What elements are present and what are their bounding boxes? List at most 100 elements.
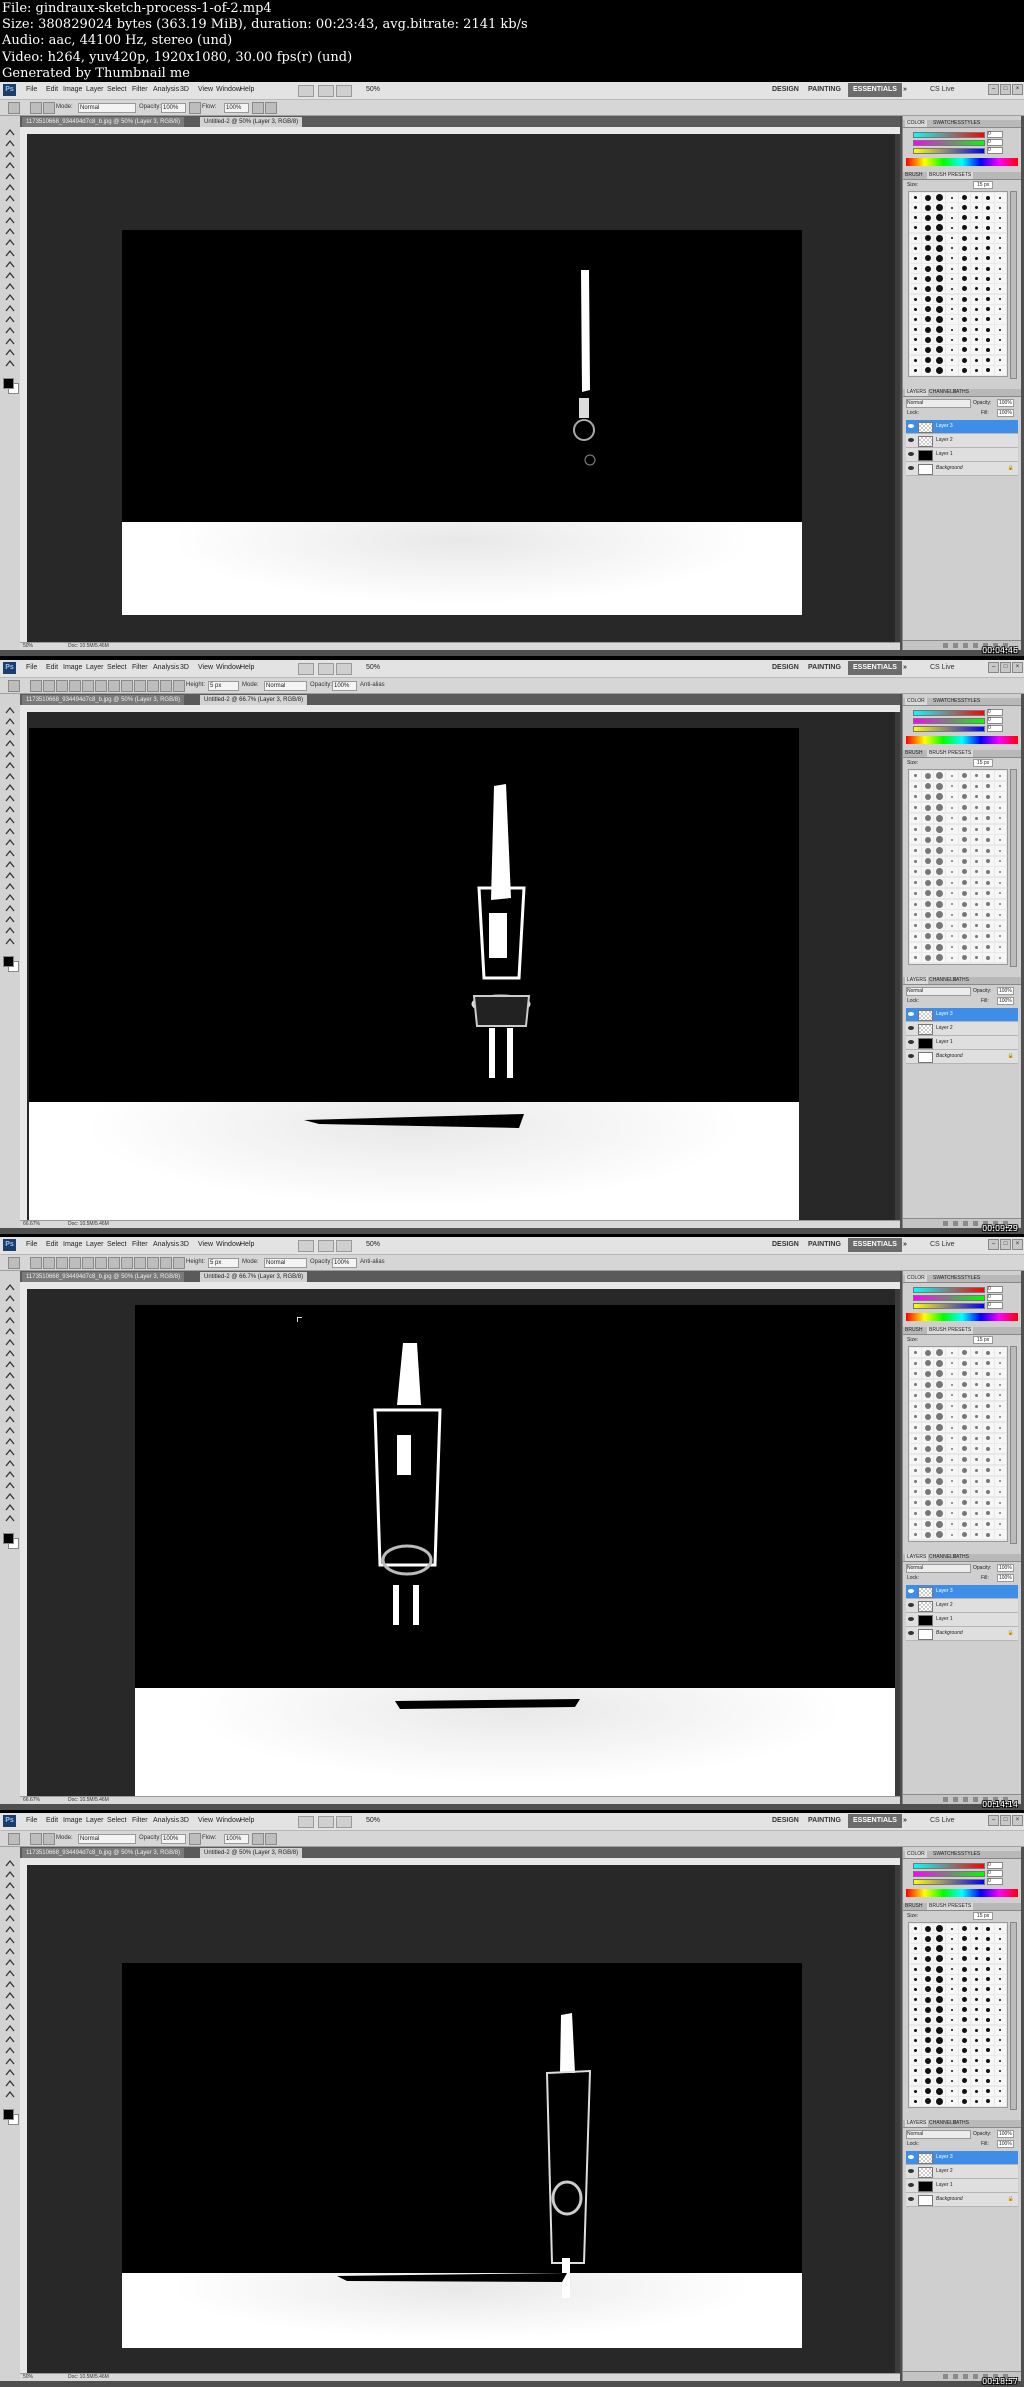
brush-preset[interactable] xyxy=(922,878,934,888)
brush-preset[interactable] xyxy=(946,2056,958,2066)
brush-preset[interactable] xyxy=(982,1455,994,1465)
brush-preset[interactable] xyxy=(910,2035,922,2045)
brush-preset[interactable] xyxy=(910,213,922,223)
color-value-field[interactable]: 0 xyxy=(987,1878,1003,1885)
brush-preset[interactable] xyxy=(934,2076,946,2086)
brush-preset[interactable] xyxy=(910,803,922,813)
brush-preset[interactable] xyxy=(910,294,922,304)
brush-preset[interactable] xyxy=(946,2096,958,2106)
tool-icon[interactable] xyxy=(4,2031,16,2043)
brush-preset[interactable] xyxy=(970,942,982,952)
brush-preset[interactable] xyxy=(946,846,958,856)
tool-option-icon[interactable] xyxy=(30,1257,42,1269)
brush-preset[interactable] xyxy=(994,771,1006,780)
brush-preset[interactable] xyxy=(970,1924,982,1933)
brush-preset[interactable] xyxy=(910,243,922,253)
brush-preset[interactable] xyxy=(922,233,934,243)
blend-mode-select[interactable]: Normal xyxy=(906,987,971,996)
brush-preset[interactable] xyxy=(946,1433,958,1443)
brush-preset[interactable] xyxy=(970,223,982,233)
document-workspace[interactable] xyxy=(27,134,900,642)
layer-action-icon[interactable] xyxy=(943,2374,948,2379)
fill-field[interactable]: 100% xyxy=(997,997,1014,1005)
brush-preset[interactable] xyxy=(934,243,946,253)
brush-preset[interactable] xyxy=(946,813,958,823)
brush-preset[interactable] xyxy=(922,1498,934,1508)
tool-icon[interactable] xyxy=(4,1488,16,1500)
brush-preset[interactable] xyxy=(994,365,1006,375)
brush-preset[interactable] xyxy=(970,1348,982,1357)
tool-icon[interactable] xyxy=(4,1866,16,1878)
brush-preset[interactable] xyxy=(910,942,922,952)
tool-option-icon[interactable] xyxy=(173,680,185,692)
brush-preset[interactable] xyxy=(958,203,970,213)
document-canvas[interactable] xyxy=(29,728,799,1220)
brush-preset[interactable] xyxy=(994,1508,1006,1518)
brush-preset[interactable] xyxy=(910,314,922,324)
menu-item[interactable]: Edit xyxy=(46,86,58,93)
brush-size-field[interactable]: 15 px xyxy=(973,1912,994,1920)
brush-preset[interactable] xyxy=(934,2005,946,2015)
tool-icon[interactable] xyxy=(4,746,16,758)
tool-icon[interactable] xyxy=(4,1477,16,1489)
brush-preset[interactable] xyxy=(934,792,946,802)
brush-preset[interactable] xyxy=(946,355,958,365)
tab-layers[interactable]: LAYERS xyxy=(905,1554,929,1561)
brush-preset[interactable] xyxy=(922,304,934,314)
brush-preset[interactable] xyxy=(910,203,922,213)
layer-row[interactable]: Layer 3 xyxy=(906,1008,1018,1022)
brush-preset[interactable] xyxy=(970,1433,982,1443)
brush-preset[interactable] xyxy=(958,867,970,877)
brush-preset[interactable] xyxy=(934,1974,946,1984)
tool-option-icon[interactable] xyxy=(82,1257,94,1269)
brush-preset[interactable] xyxy=(910,1401,922,1411)
layer-row[interactable]: Layer 3 xyxy=(906,2151,1018,2165)
menu-item[interactable]: Image xyxy=(63,664,82,671)
brush-preset[interactable] xyxy=(958,2056,970,2066)
brush-preset[interactable] xyxy=(910,867,922,877)
brush-preset[interactable] xyxy=(934,813,946,823)
brush-preset[interactable] xyxy=(922,888,934,898)
tool-icon[interactable] xyxy=(4,801,16,813)
color-value-field[interactable]: 0 xyxy=(987,1294,1003,1301)
tab-styles[interactable]: STYLES xyxy=(961,1275,980,1282)
brush-preset[interactable] xyxy=(934,284,946,294)
menu-item[interactable]: Help xyxy=(240,664,254,671)
tool-icon[interactable] xyxy=(4,355,16,367)
brush-preset[interactable] xyxy=(982,253,994,263)
brush-preset[interactable] xyxy=(946,803,958,813)
layer-action-icon[interactable] xyxy=(973,643,978,648)
tool-option-icon[interactable] xyxy=(252,1833,264,1845)
brush-preset[interactable] xyxy=(934,1476,946,1486)
tool-icon[interactable] xyxy=(4,2086,16,2098)
brush-preset[interactable] xyxy=(982,355,994,365)
brush-preset[interactable] xyxy=(958,1964,970,1974)
tool-option-opacity-field[interactable]: 100% xyxy=(161,103,186,113)
tool-icon[interactable] xyxy=(4,245,16,257)
brush-preset[interactable] xyxy=(934,2035,946,2045)
tool-icon[interactable] xyxy=(4,1466,16,1478)
visibility-eye-icon[interactable] xyxy=(908,1053,914,1059)
brush-preset[interactable] xyxy=(970,1519,982,1529)
brush-preset[interactable] xyxy=(946,1390,958,1400)
tab-swatches[interactable]: SWATCHES xyxy=(933,1275,961,1282)
tool-option-mode-field[interactable]: Normal xyxy=(264,681,307,691)
tool-icon[interactable] xyxy=(4,168,16,180)
brush-preset[interactable] xyxy=(994,1530,1006,1540)
brush-preset[interactable] xyxy=(994,304,1006,314)
tool-icon[interactable] xyxy=(4,2009,16,2021)
menu-item[interactable]: Edit xyxy=(46,1241,58,1248)
vertical-scrollbar[interactable] xyxy=(895,1865,900,2373)
color-spectrum[interactable] xyxy=(906,736,1018,744)
brush-preset[interactable] xyxy=(922,365,934,375)
brush-preset[interactable] xyxy=(958,1924,970,1933)
brush-preset[interactable] xyxy=(958,953,970,963)
tab-paths[interactable]: PATHS xyxy=(953,977,969,984)
workspace-painting[interactable]: PAINTING xyxy=(808,1817,841,1824)
brush-preset[interactable] xyxy=(922,1476,934,1486)
brush-preset[interactable] xyxy=(994,294,1006,304)
brush-preset[interactable] xyxy=(922,2035,934,2045)
workspace-painting[interactable]: PAINTING xyxy=(808,664,841,671)
brush-preset[interactable] xyxy=(934,1924,946,1933)
brush-preset[interactable] xyxy=(922,1455,934,1465)
